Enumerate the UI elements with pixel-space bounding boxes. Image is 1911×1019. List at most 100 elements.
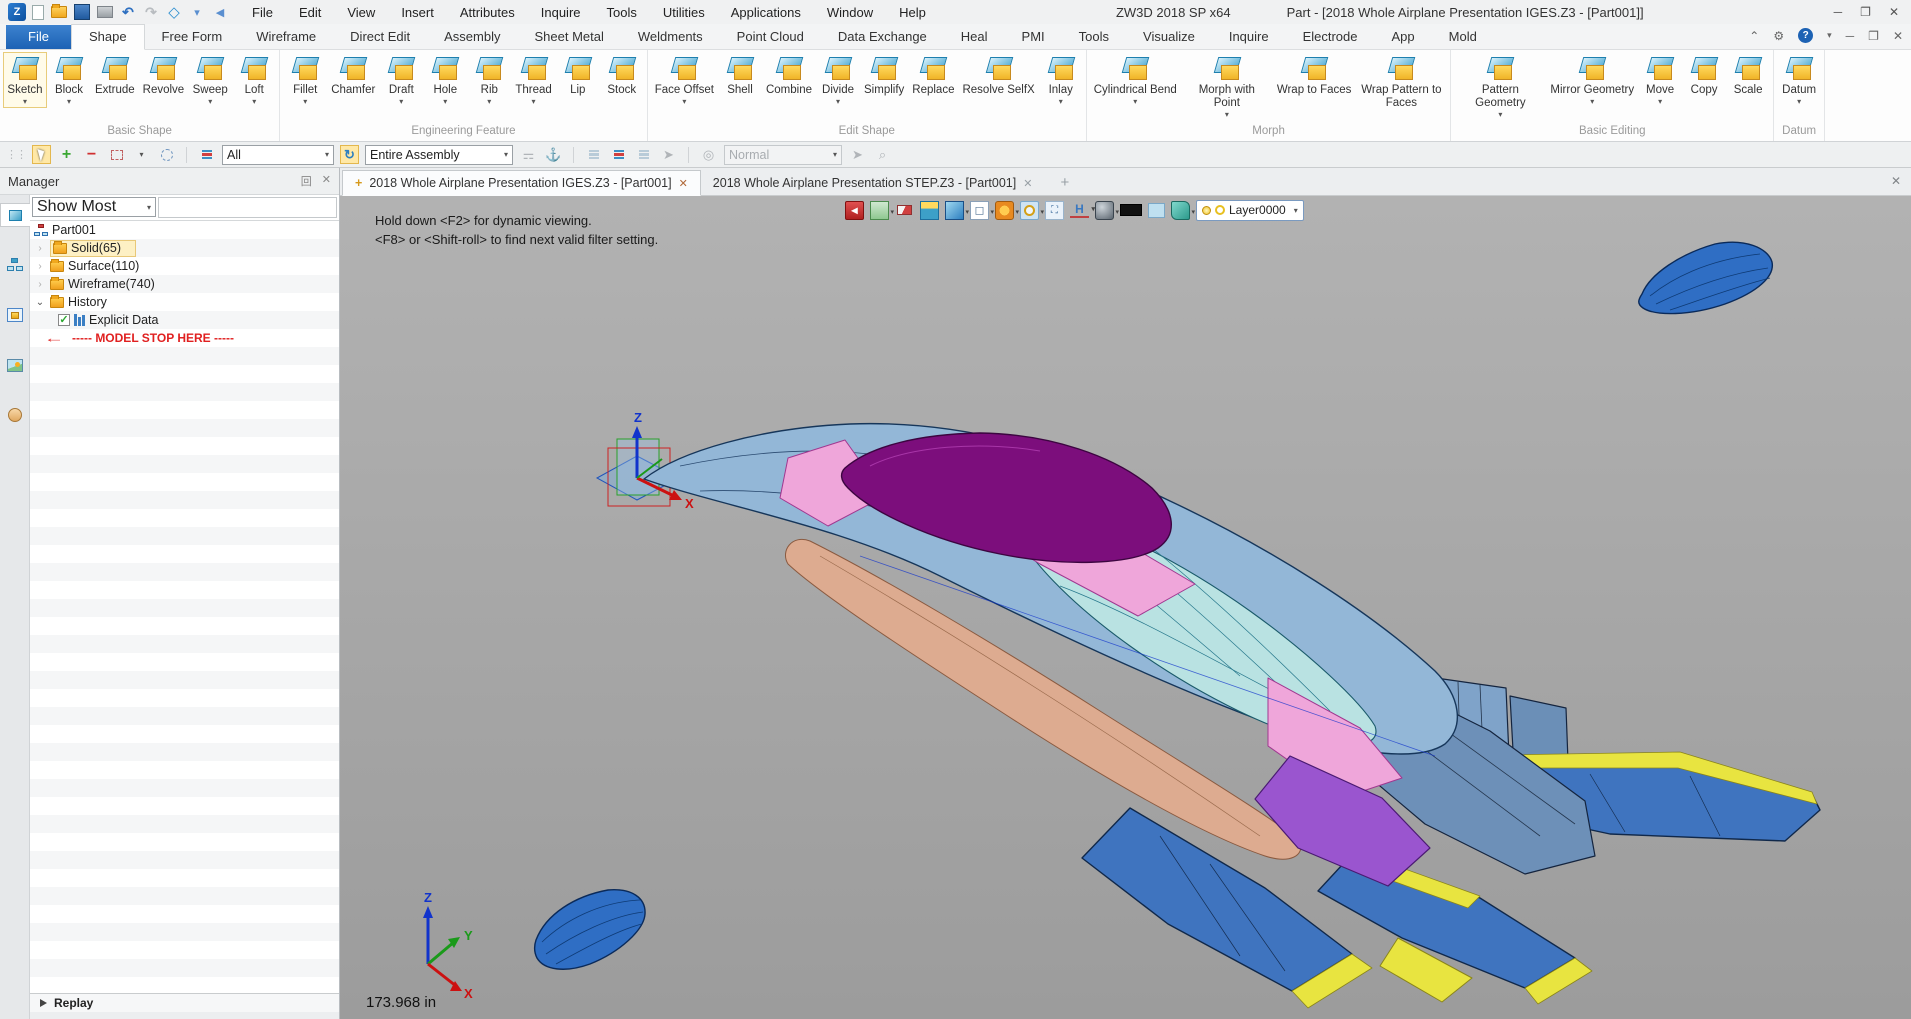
new-tab-button[interactable]: +: [1060, 174, 1069, 195]
draft-button[interactable]: Draft▾: [379, 52, 423, 108]
doc-tab-step[interactable]: 2018 Whole Airplane Presentation STEP.Z3…: [701, 171, 1045, 195]
hole-button[interactable]: Hole▾: [423, 52, 467, 108]
close-button[interactable]: ✕: [1889, 5, 1899, 19]
wrap-to-faces-button[interactable]: Wrap to Faces: [1273, 52, 1356, 108]
scope-combobox[interactable]: Entire Assembly▾: [365, 145, 513, 165]
viewport[interactable]: Hold down <F2> for dynamic viewing. <F8>…: [340, 196, 1911, 1019]
extrude-button[interactable]: Extrude: [91, 52, 139, 108]
history-manager-tab-icon[interactable]: [0, 203, 30, 227]
thread-button[interactable]: Thread▾: [511, 52, 555, 108]
menu-insert[interactable]: Insert: [401, 5, 434, 20]
checkbox-checked-icon[interactable]: ✓: [58, 314, 70, 326]
marquee-select-icon[interactable]: [107, 145, 126, 164]
detached-wing-top[interactable]: [1639, 242, 1773, 313]
pick-zoom-icon[interactable]: ⌕: [873, 145, 892, 164]
assembly-manager-tab-icon[interactable]: [3, 253, 27, 277]
unlink-icon[interactable]: ⚎: [519, 145, 538, 164]
tab-heal[interactable]: Heal: [944, 25, 1005, 49]
menu-utilities[interactable]: Utilities: [663, 5, 705, 20]
stock-button[interactable]: Stock: [600, 52, 644, 108]
combine-button[interactable]: Combine: [762, 52, 816, 108]
sketch-button[interactable]: Sketch▾: [3, 52, 47, 108]
morph-with-point-button[interactable]: Morph with Point▾: [1181, 52, 1273, 121]
doc-minimize-button[interactable]: ─: [1846, 29, 1855, 43]
expander-icon[interactable]: ›: [34, 279, 46, 290]
tree-node-explicit-data[interactable]: ✓ Explicit Data: [30, 311, 339, 329]
manager-float-icon[interactable]: 回: [301, 173, 312, 189]
tab-direct-edit[interactable]: Direct Edit: [333, 25, 427, 49]
doc-close-button[interactable]: ✕: [1893, 29, 1903, 43]
remove-selection-icon[interactable]: −: [82, 145, 101, 164]
pick-point-icon[interactable]: ➤: [848, 145, 867, 164]
collapse-ribbon-icon[interactable]: ⌃: [1749, 29, 1759, 43]
new-file-icon[interactable]: [32, 5, 44, 20]
collapse-left-icon[interactable]: ◀: [212, 4, 228, 20]
tab-electrode[interactable]: Electrode: [1286, 25, 1375, 49]
tree-node-wireframe[interactable]: › Wireframe(740): [30, 275, 339, 293]
tab-tools[interactable]: Tools: [1062, 25, 1126, 49]
tree-node-history[interactable]: ⌄ History: [30, 293, 339, 311]
menu-view[interactable]: View: [347, 5, 375, 20]
visual-manager-tab-icon[interactable]: [3, 353, 27, 377]
menu-inquire[interactable]: Inquire: [541, 5, 581, 20]
tree-node-model-stop[interactable]: ← ----- MODEL STOP HERE -----: [30, 329, 339, 347]
tab-sheet-metal[interactable]: Sheet Metal: [518, 25, 621, 49]
replay-bar[interactable]: Replay: [30, 993, 339, 1012]
restore-button[interactable]: ❐: [1860, 5, 1871, 19]
help-icon[interactable]: ?: [1798, 28, 1813, 43]
filter-icon[interactable]: [197, 145, 216, 164]
tab-file[interactable]: File: [6, 25, 71, 49]
lip-button[interactable]: Lip: [556, 52, 600, 108]
simplify-button[interactable]: Simplify: [860, 52, 908, 108]
anchor-icon[interactable]: ⚓: [544, 145, 563, 164]
tab-app[interactable]: App: [1375, 25, 1432, 49]
wrap-pattern-to-faces-button[interactable]: Wrap Pattern to Faces: [1355, 52, 1447, 121]
stack-filter-3-icon[interactable]: [634, 145, 653, 164]
menu-file[interactable]: File: [252, 5, 273, 20]
save-icon[interactable]: [74, 4, 90, 20]
redo-icon[interactable]: ↷: [143, 4, 159, 20]
menu-tools[interactable]: Tools: [607, 5, 637, 20]
tab-free-form[interactable]: Free Form: [145, 25, 240, 49]
inlay-button[interactable]: Inlay▾: [1039, 52, 1083, 108]
print-icon[interactable]: [97, 6, 113, 18]
datum-button[interactable]: Datum▾: [1777, 52, 1821, 108]
mode-combobox[interactable]: Normal▾: [724, 145, 842, 165]
expander-icon[interactable]: ›: [34, 261, 46, 272]
divide-button[interactable]: Divide▾: [816, 52, 860, 108]
regen-icon[interactable]: ◇: [166, 4, 182, 20]
qat-dropdown-icon[interactable]: ▾: [189, 4, 205, 20]
fillet-button[interactable]: Fillet▾: [283, 52, 327, 108]
tab-close-icon[interactable]: ✕: [1023, 177, 1032, 190]
reorient-icon[interactable]: ◎: [699, 145, 718, 164]
doc-tab-iges[interactable]: + 2018 Whole Airplane Presentation IGES.…: [342, 170, 701, 196]
replace-button[interactable]: Replace: [908, 52, 958, 108]
menu-window[interactable]: Window: [827, 5, 873, 20]
shell-button[interactable]: Shell: [718, 52, 762, 108]
resolve-selfx-button[interactable]: Resolve SelfX: [958, 52, 1038, 108]
tab-wireframe[interactable]: Wireframe: [239, 25, 333, 49]
view-manager-tab-icon[interactable]: [3, 303, 27, 327]
scope-cycle-icon[interactable]: ↻: [340, 145, 359, 164]
doc-restore-button[interactable]: ❐: [1868, 29, 1879, 43]
chamfer-button[interactable]: Chamfer: [327, 52, 379, 108]
revolve-button[interactable]: Revolve: [139, 52, 189, 108]
tabbar-close-icon[interactable]: ✕: [1891, 174, 1901, 188]
tab-shape[interactable]: Shape: [71, 24, 145, 50]
settings-gear-icon[interactable]: ⚙: [1773, 29, 1784, 43]
tab-weldments[interactable]: Weldments: [621, 25, 720, 49]
help-dropdown-icon[interactable]: ▾: [1827, 30, 1832, 41]
marquee-dropdown-icon[interactable]: ▾: [132, 145, 151, 164]
add-selection-icon[interactable]: +: [57, 145, 76, 164]
block-button[interactable]: Block▾: [47, 52, 91, 108]
manager-close-icon[interactable]: ✕: [322, 173, 331, 189]
loft-button[interactable]: Loft▾: [232, 52, 276, 108]
face-offset-button[interactable]: Face Offset▾: [651, 52, 718, 108]
pick-disabled-icon[interactable]: ➤: [659, 145, 678, 164]
scale-button[interactable]: Scale: [1726, 52, 1770, 108]
tab-mold[interactable]: Mold: [1432, 25, 1494, 49]
expander-icon[interactable]: ›: [34, 243, 46, 254]
move-button[interactable]: Move▾: [1638, 52, 1682, 108]
menu-edit[interactable]: Edit: [299, 5, 321, 20]
3d-model-canvas[interactable]: Z X: [340, 196, 1911, 1019]
